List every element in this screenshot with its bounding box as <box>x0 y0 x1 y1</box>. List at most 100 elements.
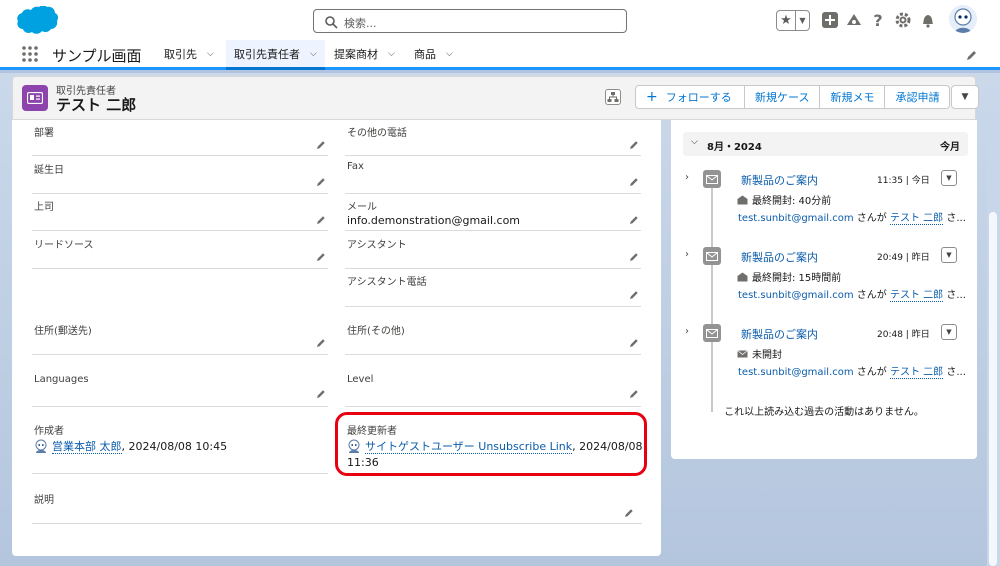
tab-proposal-products[interactable]: 提案商材 ⌵ <box>326 40 403 67</box>
field-value: 営業本部 太郎, 2024/08/08 10:45 <box>34 438 227 454</box>
sender-link[interactable]: test.sunbit@gmail.com <box>738 213 854 224</box>
expand-icon[interactable]: › <box>685 326 689 337</box>
app-navigation: サンプル画面 取引先 ⌵ 取引先責任者 ⌵ 提案商材 ⌵ 商品 ⌵ <box>0 40 1000 70</box>
pencil-icon[interactable] <box>316 338 326 348</box>
activity-mid-text: さんが <box>853 290 890 301</box>
month-label: 8月・2024 <box>707 142 762 153</box>
new-case-button[interactable]: 新規ケース <box>745 85 821 109</box>
month-header[interactable]: ⌵ 8月・2024 今月 <box>683 132 968 156</box>
activity-item: › 新製品のご案内 20:49 | 昨日 ▼ 最終開封: 15時間前 test.… <box>671 243 977 323</box>
chevron-down-icon: ⌵ <box>691 137 698 147</box>
app-name: サンプル画面 <box>52 47 142 65</box>
pencil-icon[interactable] <box>316 252 326 262</box>
activity-description: test.sunbit@gmail.com さんが テスト 二郎 さ... <box>738 286 966 302</box>
chevron-down-icon[interactable]: ▼ <box>796 11 809 30</box>
email-link[interactable]: info.demonstration@gmail.com <box>347 214 520 227</box>
field-label: アシスタント <box>347 240 407 251</box>
approval-button[interactable]: 承認申請 <box>885 85 951 109</box>
activity-timeline: ⌵ 8月・2024 今月 › 新製品のご案内 11:35 | 今日 ▼ 最終開封… <box>671 120 977 459</box>
field-mailing-address: 住所(郵送先) <box>32 318 328 355</box>
field-label: リードソース <box>34 240 94 251</box>
pencil-icon[interactable] <box>629 215 639 225</box>
new-memo-button[interactable]: 新規メモ <box>820 85 886 109</box>
trailhead-icon[interactable] <box>845 11 863 29</box>
activity-description: test.sunbit@gmail.com さんが テスト 二郎 さ... <box>738 209 966 225</box>
tab-label: 取引先 <box>164 47 197 61</box>
sender-link[interactable]: test.sunbit@gmail.com <box>738 290 854 301</box>
tab-accounts[interactable]: 取引先 ⌵ <box>156 40 222 67</box>
field-level: Level <box>345 370 641 407</box>
field-label: 住所(郵送先) <box>34 326 92 337</box>
pencil-icon[interactable] <box>624 508 634 518</box>
star-icon[interactable]: ★ <box>777 11 796 30</box>
sender-link[interactable]: test.sunbit@gmail.com <box>738 367 854 378</box>
chevron-down-icon[interactable]: ⌵ <box>388 49 395 59</box>
activity-subject-link[interactable]: 新製品のご案内 <box>741 326 818 342</box>
field-lead-source: リードソース <box>32 231 328 269</box>
field-created-by: 作成者 営業本部 太郎, 2024/08/08 10:45 <box>32 418 328 474</box>
email-icon <box>703 247 721 265</box>
field-fax: Fax <box>345 156 641 194</box>
pencil-icon[interactable] <box>316 177 326 187</box>
page-scrollbar-thumb[interactable] <box>989 212 997 566</box>
chevron-down-icon[interactable]: ⌵ <box>207 49 214 59</box>
astro-avatar-icon <box>949 5 977 33</box>
global-header: 検索... ★ ▼ ? <box>0 0 1000 40</box>
tab-label: 取引先責任者 <box>234 47 300 61</box>
pencil-icon[interactable] <box>629 290 639 300</box>
global-search[interactable]: 検索... <box>313 9 627 33</box>
no-more-activity-text: これ以上読み込む過去の活動はありません。 <box>724 407 924 418</box>
pencil-icon[interactable] <box>629 338 639 348</box>
pencil-icon[interactable] <box>629 177 639 187</box>
record-highlights: 取引先責任者 テスト 二郎 + フォローする 新規ケース 新規メモ 承認申請 ▼ <box>12 76 979 120</box>
activity-subject-link[interactable]: 新製品のご案内 <box>741 249 818 265</box>
email-icon <box>703 324 721 342</box>
unopened-email-icon <box>737 350 748 358</box>
recipient-link[interactable]: テスト 二郎 <box>889 213 944 225</box>
bell-icon[interactable] <box>919 11 937 29</box>
tab-products[interactable]: 商品 ⌵ <box>406 40 461 67</box>
pencil-icon[interactable] <box>316 389 326 399</box>
opened-status: 未開封 <box>737 346 782 361</box>
field-other-address: 住所(その他) <box>345 318 641 355</box>
field-other-phone: その他の電話 <box>345 120 641 156</box>
field-label: 上司 <box>34 202 54 213</box>
salesforce-logo[interactable] <box>12 6 58 36</box>
help-icon[interactable]: ? <box>869 11 887 29</box>
add-icon[interactable] <box>821 11 839 29</box>
tab-contacts[interactable]: 取引先責任者 ⌵ <box>226 40 325 70</box>
approval-label: 承認申請 <box>895 91 940 104</box>
user-avatar[interactable] <box>949 5 977 33</box>
edit-nav-icon[interactable] <box>966 49 978 61</box>
follow-button[interactable]: + フォローする <box>635 85 745 109</box>
chevron-down-icon[interactable]: ⌵ <box>310 49 317 59</box>
field-description: 説明 <box>32 487 633 524</box>
hierarchy-button[interactable] <box>605 89 621 105</box>
opened-text: 最終開封: 40分前 <box>752 196 832 207</box>
pencil-icon[interactable] <box>629 389 639 399</box>
favorites-button-group: ★ ▼ <box>776 10 810 31</box>
plus-icon: + <box>646 89 658 105</box>
activity-time: 20:49 | 昨日 <box>877 253 930 263</box>
pencil-icon[interactable] <box>316 140 326 150</box>
pencil-icon[interactable] <box>316 215 326 225</box>
expand-icon[interactable]: › <box>685 249 689 260</box>
created-by-user-link[interactable]: 営業本部 太郎 <box>52 440 122 454</box>
field-label: Languages <box>34 374 89 385</box>
pencil-icon[interactable] <box>629 140 639 150</box>
activity-menu-button[interactable]: ▼ <box>941 170 957 186</box>
activity-subject-link[interactable]: 新製品のご案内 <box>741 172 818 188</box>
record-action-buttons: + フォローする 新規ケース 新規メモ 承認申請 <box>635 85 951 109</box>
recipient-link[interactable]: テスト 二郎 <box>889 367 944 379</box>
recipient-link[interactable]: テスト 二郎 <box>889 290 944 302</box>
field-birthday: 誕生日 <box>32 156 328 194</box>
chevron-down-icon[interactable]: ⌵ <box>446 49 453 59</box>
app-launcher-icon[interactable] <box>22 46 38 62</box>
more-actions-button[interactable]: ▼ <box>951 85 979 109</box>
activity-menu-button[interactable]: ▼ <box>941 247 957 263</box>
activity-menu-button[interactable]: ▼ <box>941 324 957 340</box>
pencil-icon[interactable] <box>629 252 639 262</box>
field-languages: Languages <box>32 370 328 407</box>
gear-icon[interactable] <box>894 11 912 29</box>
expand-icon[interactable]: › <box>685 172 689 183</box>
